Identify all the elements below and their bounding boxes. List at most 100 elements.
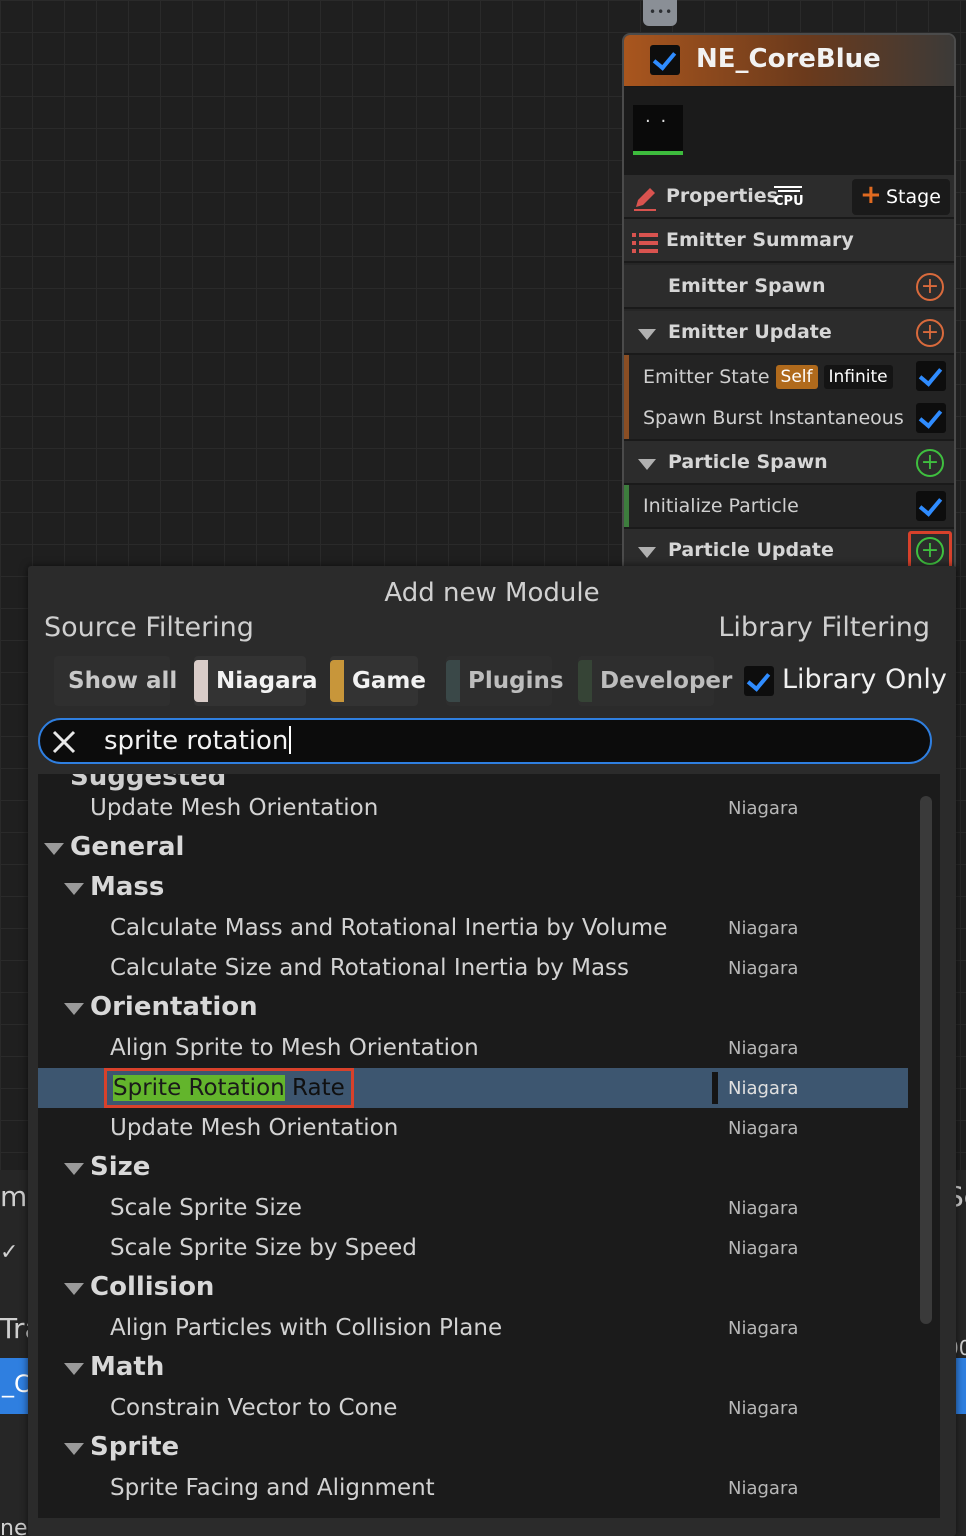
expand-triangle-icon[interactable] [44, 843, 64, 855]
module-source: Niagara [728, 1238, 799, 1259]
category-row[interactable]: Collision [38, 1268, 908, 1308]
thumbnail-area [624, 87, 954, 175]
module-row[interactable]: Update Mesh Orientation Niagara [38, 788, 908, 828]
module-row[interactable]: Calculate Mass and Rotational Inertia by… [38, 908, 908, 948]
selected-module-name: Sprite Rotation Rate [104, 1068, 354, 1108]
add-module-particle-spawn-button[interactable]: + [916, 449, 944, 477]
library-only-checkbox[interactable] [744, 666, 774, 696]
self-tag: Self [775, 365, 818, 389]
add-module-panel[interactable]: Add new Module Source Filtering Library … [28, 566, 956, 1536]
scrollbar[interactable] [920, 796, 932, 1324]
module-row[interactable]: Align Particles with Collision Plane Niag… [38, 1308, 908, 1348]
module-source: Niagara [728, 1078, 799, 1099]
emitter-update-row[interactable]: Emitter Update + [624, 311, 954, 355]
emitter-summary-label: Emitter Summary [666, 229, 854, 251]
collapse-triangle-icon[interactable] [638, 329, 656, 340]
spawn-burst-module[interactable]: Spawn Burst Instantaneous [624, 397, 954, 441]
module-source: Niagara [728, 1118, 799, 1139]
emitter-summary-row[interactable]: Emitter Summary [624, 219, 954, 263]
category-row[interactable]: Sprite [38, 1428, 908, 1468]
module-row[interactable]: Scale Sprite Size by Speed Niagara [38, 1228, 908, 1268]
add-stage-button[interactable]: + Stage [852, 179, 950, 215]
emitter-node[interactable]: NE_CoreBlue Properties CPU + Stage Emitt… [622, 33, 956, 573]
category-row[interactable]: Math [38, 1348, 908, 1388]
color-swatch [330, 660, 344, 702]
cpu-label: CPU [774, 194, 804, 209]
search-input[interactable]: sprite rotation [38, 718, 932, 764]
expand-triangle-icon[interactable] [64, 1283, 84, 1295]
filter-show-all-button[interactable]: Show all [54, 656, 177, 706]
category-row[interactable]: Mass [38, 868, 908, 908]
filter-developer-button[interactable]: Developer [578, 656, 732, 706]
emitter-state-enabled-checkbox[interactable] [916, 361, 946, 391]
emitter-state-module[interactable]: Emitter State Self Infinite [624, 355, 954, 399]
module-source: Niagara [728, 918, 799, 939]
category-row[interactable]: General [38, 828, 908, 868]
initialize-particle-module[interactable]: Initialize Particle [624, 485, 954, 529]
emitter-thumbnail[interactable] [633, 105, 683, 155]
module-name: Align Sprite to Mesh Orientation [110, 1035, 479, 1061]
filter-game-button[interactable]: Game [330, 656, 426, 706]
category-label: Mass [90, 872, 165, 902]
list-icon [632, 233, 658, 253]
close-icon[interactable] [50, 728, 78, 756]
module-row[interactable]: Scale Sprite Size Niagara [38, 1188, 908, 1228]
filter-niagara-button[interactable]: Niagara [194, 656, 318, 706]
category-row[interactable]: Size [38, 1148, 908, 1188]
filter-label: Niagara [216, 668, 318, 694]
particle-spawn-label: Particle Spawn [668, 451, 828, 473]
emitter-spawn-row[interactable]: Emitter Spawn + [624, 265, 954, 309]
module-name: Scale Sprite Size by Speed [110, 1235, 417, 1261]
filter-label: Show all [68, 668, 178, 694]
collapse-triangle-icon[interactable] [638, 547, 656, 558]
module-name-rest: Rate [284, 1075, 345, 1101]
color-swatch [446, 660, 460, 702]
source-filtering-label: Source Filtering [44, 612, 254, 643]
module-source: Niagara [728, 1198, 799, 1219]
category-row[interactable]: Orientation [38, 988, 908, 1028]
add-module-emitter-spawn-button[interactable]: + [916, 273, 944, 301]
cpu-icon: CPU [772, 185, 806, 213]
initialize-particle-enabled-checkbox[interactable] [916, 491, 946, 521]
expand-triangle-icon[interactable] [64, 1163, 84, 1175]
module-name: Calculate Size and Rotational Inertia by… [110, 955, 630, 981]
filter-plugins-button[interactable]: Plugins [446, 656, 564, 706]
node-header[interactable]: NE_CoreBlue [624, 35, 954, 87]
category-label: Size [90, 1152, 151, 1182]
module-name: Constrain Vector to Cone [110, 1395, 398, 1421]
particle-spawn-row[interactable]: Particle Spawn + [624, 441, 954, 485]
module-row[interactable]: Calculate Size and Rotational Inertia by… [38, 948, 908, 988]
panel-title: Add new Module [384, 578, 600, 608]
module-name: Scale Sprite Size [110, 1195, 302, 1221]
emitter-enabled-checkbox[interactable] [650, 45, 680, 75]
emitter-spawn-label: Emitter Spawn [668, 275, 826, 297]
module-row[interactable]: Sprite Facing and Alignment Niagara [38, 1468, 908, 1508]
module-row-selected[interactable]: Sprite Rotation Rate Niagara [38, 1068, 908, 1108]
expand-triangle-icon[interactable] [64, 1363, 84, 1375]
node-title: NE_CoreBlue [696, 44, 881, 74]
category-label: Sprite [90, 1432, 180, 1462]
search-value: sprite rotation [104, 726, 292, 756]
initialize-particle-label: Initialize Particle [643, 495, 799, 517]
emitter-state-label: Emitter State Self Infinite [643, 365, 893, 389]
comment-bubble-icon[interactable] [643, 0, 677, 26]
category-label: Collision [90, 1272, 215, 1302]
expand-triangle-icon[interactable] [64, 1443, 84, 1455]
collapse-triangle-icon[interactable] [638, 459, 656, 470]
add-module-emitter-update-button[interactable]: + [916, 319, 944, 347]
module-source: Niagara [728, 958, 799, 979]
library-only-label: Library Only [782, 664, 947, 695]
expand-triangle-icon[interactable] [64, 883, 84, 895]
search-match-highlight: Sprite Rotation [113, 1075, 285, 1101]
spawn-burst-label: Spawn Burst Instantaneous [643, 407, 904, 429]
spawn-burst-enabled-checkbox[interactable] [916, 403, 946, 433]
module-row[interactable]: Update Mesh Orientation Niagara [38, 1108, 908, 1148]
module-row[interactable]: Align Sprite to Mesh Orientation Niagara [38, 1028, 908, 1068]
module-row[interactable]: Constrain Vector to Cone Niagara [38, 1388, 908, 1428]
properties-row[interactable]: Properties CPU + Stage [624, 175, 954, 219]
module-source: Niagara [728, 1038, 799, 1059]
results-list[interactable]: Suggested Update Mesh Orientation Niagara… [38, 774, 940, 1518]
category-label: Orientation [90, 992, 258, 1022]
module-name: Update Mesh Orientation [90, 795, 379, 821]
expand-triangle-icon[interactable] [64, 1003, 84, 1015]
